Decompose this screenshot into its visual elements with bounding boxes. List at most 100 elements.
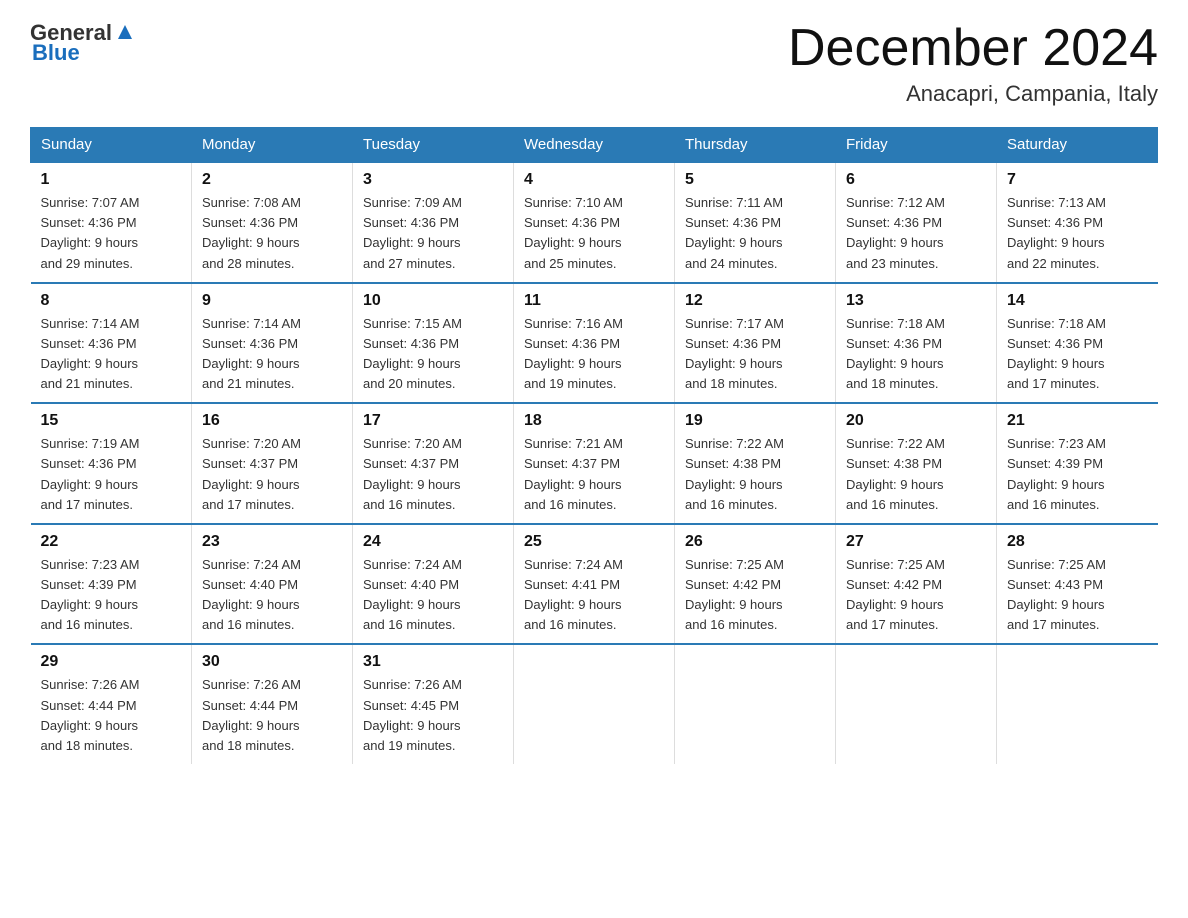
day-number: 31 [363, 653, 503, 671]
header-monday: Monday [192, 128, 353, 163]
calendar-cell: 22 Sunrise: 7:23 AMSunset: 4:39 PMDaylig… [31, 524, 192, 645]
day-number: 5 [685, 171, 825, 189]
day-number: 23 [202, 533, 342, 551]
day-number: 26 [685, 533, 825, 551]
calendar-cell: 25 Sunrise: 7:24 AMSunset: 4:41 PMDaylig… [514, 524, 675, 645]
calendar-cell: 9 Sunrise: 7:14 AMSunset: 4:36 PMDayligh… [192, 283, 353, 404]
day-info: Sunrise: 7:21 AMSunset: 4:37 PMDaylight:… [524, 436, 623, 511]
calendar-cell [997, 644, 1158, 764]
month-title: December 2024 [788, 20, 1158, 77]
calendar-cell: 28 Sunrise: 7:25 AMSunset: 4:43 PMDaylig… [997, 524, 1158, 645]
day-number: 28 [1007, 533, 1148, 551]
day-number: 22 [41, 533, 182, 551]
calendar-cell: 12 Sunrise: 7:17 AMSunset: 4:36 PMDaylig… [675, 283, 836, 404]
week-row-4: 22 Sunrise: 7:23 AMSunset: 4:39 PMDaylig… [31, 524, 1158, 645]
calendar-cell: 17 Sunrise: 7:20 AMSunset: 4:37 PMDaylig… [353, 403, 514, 524]
calendar-cell: 4 Sunrise: 7:10 AMSunset: 4:36 PMDayligh… [514, 162, 675, 283]
calendar-cell: 2 Sunrise: 7:08 AMSunset: 4:36 PMDayligh… [192, 162, 353, 283]
day-number: 4 [524, 171, 664, 189]
page-header: General Blue December 2024 Anacapri, Cam… [30, 20, 1158, 107]
day-number: 24 [363, 533, 503, 551]
day-info: Sunrise: 7:10 AMSunset: 4:36 PMDaylight:… [524, 195, 623, 270]
day-number: 21 [1007, 412, 1148, 430]
location-title: Anacapri, Campania, Italy [788, 81, 1158, 107]
week-row-5: 29 Sunrise: 7:26 AMSunset: 4:44 PMDaylig… [31, 644, 1158, 764]
calendar-cell: 14 Sunrise: 7:18 AMSunset: 4:36 PMDaylig… [997, 283, 1158, 404]
day-number: 1 [41, 171, 182, 189]
calendar-cell: 13 Sunrise: 7:18 AMSunset: 4:36 PMDaylig… [836, 283, 997, 404]
day-info: Sunrise: 7:18 AMSunset: 4:36 PMDaylight:… [846, 316, 945, 391]
day-info: Sunrise: 7:14 AMSunset: 4:36 PMDaylight:… [41, 316, 140, 391]
calendar-cell: 15 Sunrise: 7:19 AMSunset: 4:36 PMDaylig… [31, 403, 192, 524]
day-info: Sunrise: 7:22 AMSunset: 4:38 PMDaylight:… [846, 436, 945, 511]
title-block: December 2024 Anacapri, Campania, Italy [788, 20, 1158, 107]
header-sunday: Sunday [31, 128, 192, 163]
day-number: 30 [202, 653, 342, 671]
day-number: 9 [202, 292, 342, 310]
calendar-cell: 24 Sunrise: 7:24 AMSunset: 4:40 PMDaylig… [353, 524, 514, 645]
header-friday: Friday [836, 128, 997, 163]
day-info: Sunrise: 7:23 AMSunset: 4:39 PMDaylight:… [1007, 436, 1106, 511]
day-info: Sunrise: 7:09 AMSunset: 4:36 PMDaylight:… [363, 195, 462, 270]
week-row-1: 1 Sunrise: 7:07 AMSunset: 4:36 PMDayligh… [31, 162, 1158, 283]
day-info: Sunrise: 7:15 AMSunset: 4:36 PMDaylight:… [363, 316, 462, 391]
day-info: Sunrise: 7:14 AMSunset: 4:36 PMDaylight:… [202, 316, 301, 391]
day-number: 20 [846, 412, 986, 430]
logo: General Blue [30, 20, 136, 66]
day-info: Sunrise: 7:23 AMSunset: 4:39 PMDaylight:… [41, 557, 140, 632]
day-number: 16 [202, 412, 342, 430]
calendar-cell: 1 Sunrise: 7:07 AMSunset: 4:36 PMDayligh… [31, 162, 192, 283]
calendar-cell: 3 Sunrise: 7:09 AMSunset: 4:36 PMDayligh… [353, 162, 514, 283]
header-tuesday: Tuesday [353, 128, 514, 163]
day-number: 18 [524, 412, 664, 430]
day-info: Sunrise: 7:16 AMSunset: 4:36 PMDaylight:… [524, 316, 623, 391]
calendar-cell: 11 Sunrise: 7:16 AMSunset: 4:36 PMDaylig… [514, 283, 675, 404]
day-number: 11 [524, 292, 664, 310]
calendar-cell: 5 Sunrise: 7:11 AMSunset: 4:36 PMDayligh… [675, 162, 836, 283]
day-number: 6 [846, 171, 986, 189]
calendar-cell [675, 644, 836, 764]
calendar-cell: 7 Sunrise: 7:13 AMSunset: 4:36 PMDayligh… [997, 162, 1158, 283]
day-info: Sunrise: 7:13 AMSunset: 4:36 PMDaylight:… [1007, 195, 1106, 270]
day-info: Sunrise: 7:20 AMSunset: 4:37 PMDaylight:… [363, 436, 462, 511]
day-number: 12 [685, 292, 825, 310]
day-info: Sunrise: 7:18 AMSunset: 4:36 PMDaylight:… [1007, 316, 1106, 391]
day-number: 14 [1007, 292, 1148, 310]
day-info: Sunrise: 7:25 AMSunset: 4:43 PMDaylight:… [1007, 557, 1106, 632]
day-info: Sunrise: 7:08 AMSunset: 4:36 PMDaylight:… [202, 195, 301, 270]
day-number: 3 [363, 171, 503, 189]
calendar-cell [514, 644, 675, 764]
calendar-cell: 30 Sunrise: 7:26 AMSunset: 4:44 PMDaylig… [192, 644, 353, 764]
calendar-cell: 19 Sunrise: 7:22 AMSunset: 4:38 PMDaylig… [675, 403, 836, 524]
calendar-cell: 29 Sunrise: 7:26 AMSunset: 4:44 PMDaylig… [31, 644, 192, 764]
calendar-cell [836, 644, 997, 764]
calendar-cell: 20 Sunrise: 7:22 AMSunset: 4:38 PMDaylig… [836, 403, 997, 524]
calendar-table: SundayMondayTuesdayWednesdayThursdayFrid… [30, 127, 1158, 764]
day-info: Sunrise: 7:22 AMSunset: 4:38 PMDaylight:… [685, 436, 784, 511]
day-number: 29 [41, 653, 182, 671]
calendar-cell: 27 Sunrise: 7:25 AMSunset: 4:42 PMDaylig… [836, 524, 997, 645]
day-info: Sunrise: 7:24 AMSunset: 4:40 PMDaylight:… [202, 557, 301, 632]
logo-blue: Blue [32, 40, 80, 66]
day-number: 7 [1007, 171, 1148, 189]
header-thursday: Thursday [675, 128, 836, 163]
day-info: Sunrise: 7:26 AMSunset: 4:45 PMDaylight:… [363, 677, 462, 752]
day-number: 25 [524, 533, 664, 551]
day-info: Sunrise: 7:25 AMSunset: 4:42 PMDaylight:… [846, 557, 945, 632]
day-info: Sunrise: 7:25 AMSunset: 4:42 PMDaylight:… [685, 557, 784, 632]
day-number: 2 [202, 171, 342, 189]
day-number: 10 [363, 292, 503, 310]
day-number: 8 [41, 292, 182, 310]
day-info: Sunrise: 7:20 AMSunset: 4:37 PMDaylight:… [202, 436, 301, 511]
calendar-cell: 21 Sunrise: 7:23 AMSunset: 4:39 PMDaylig… [997, 403, 1158, 524]
day-info: Sunrise: 7:26 AMSunset: 4:44 PMDaylight:… [202, 677, 301, 752]
day-info: Sunrise: 7:26 AMSunset: 4:44 PMDaylight:… [41, 677, 140, 752]
week-row-3: 15 Sunrise: 7:19 AMSunset: 4:36 PMDaylig… [31, 403, 1158, 524]
day-number: 19 [685, 412, 825, 430]
header-wednesday: Wednesday [514, 128, 675, 163]
calendar-cell: 6 Sunrise: 7:12 AMSunset: 4:36 PMDayligh… [836, 162, 997, 283]
day-info: Sunrise: 7:07 AMSunset: 4:36 PMDaylight:… [41, 195, 140, 270]
calendar-cell: 26 Sunrise: 7:25 AMSunset: 4:42 PMDaylig… [675, 524, 836, 645]
week-row-2: 8 Sunrise: 7:14 AMSunset: 4:36 PMDayligh… [31, 283, 1158, 404]
day-number: 17 [363, 412, 503, 430]
